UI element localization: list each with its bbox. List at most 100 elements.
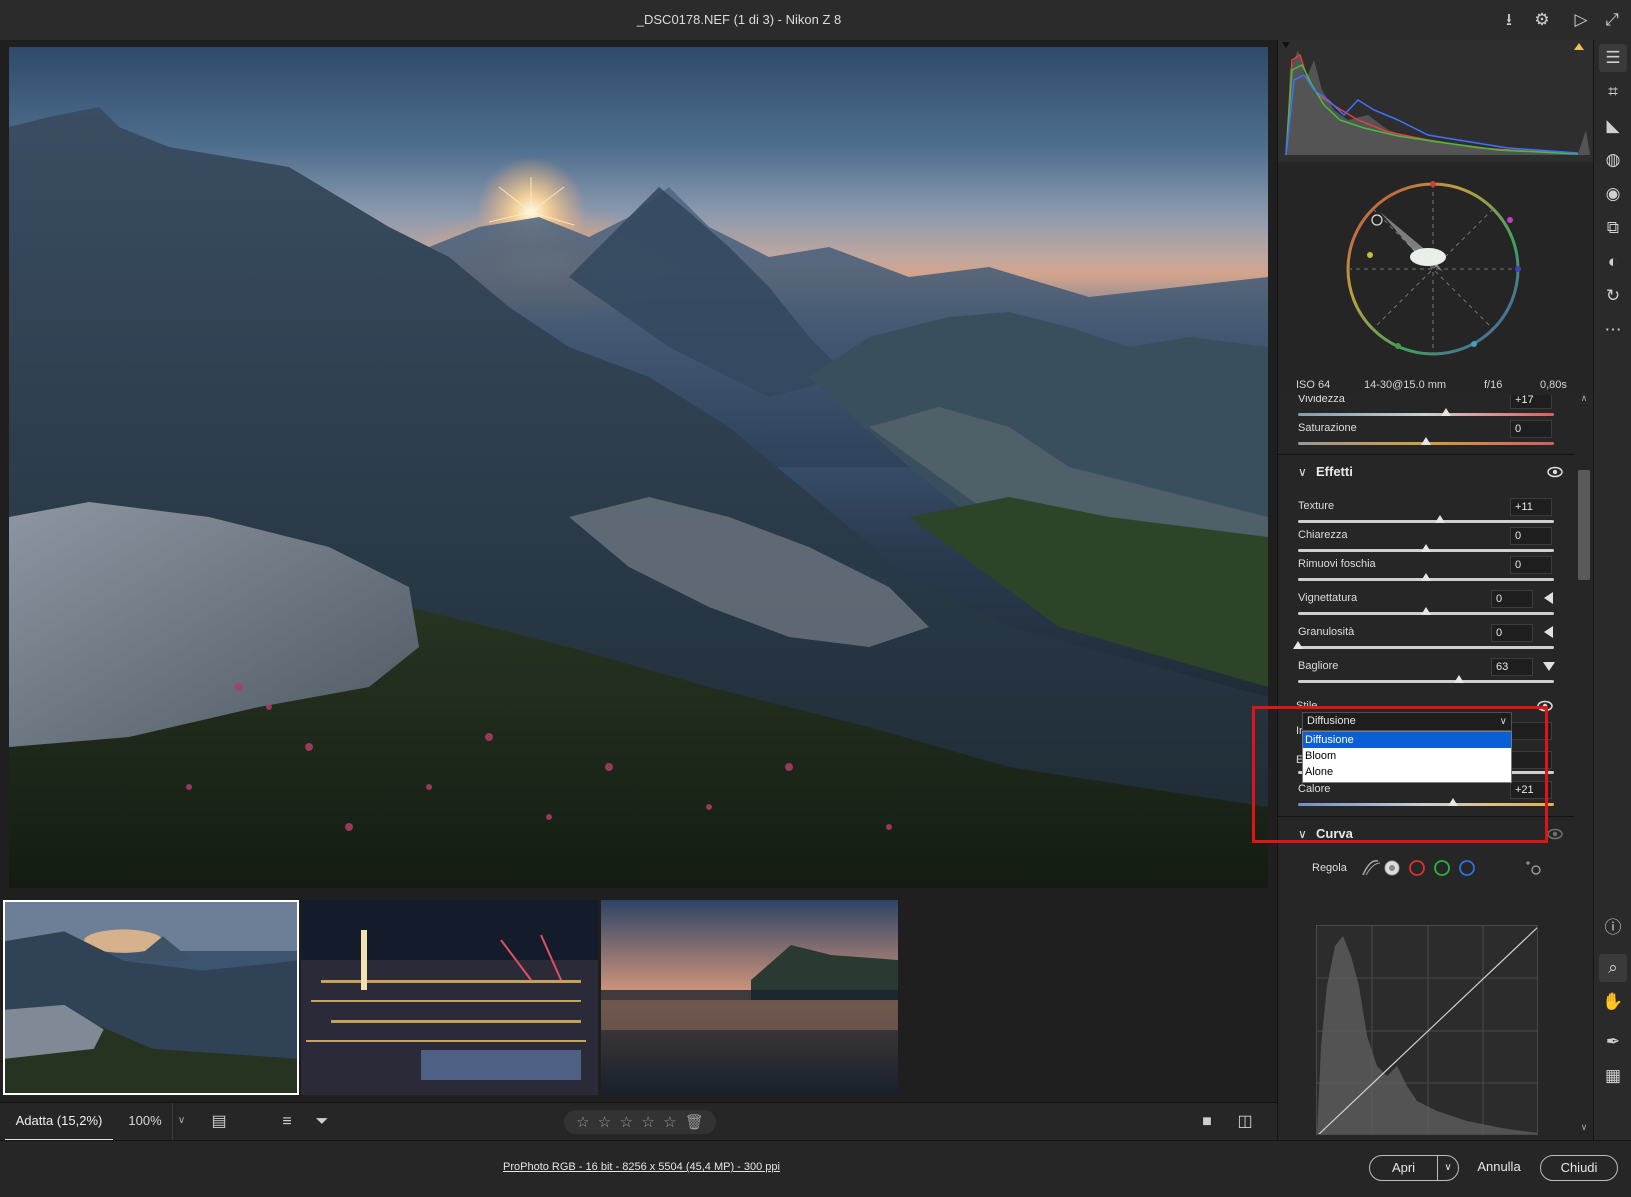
filmstrip — [0, 897, 1278, 1102]
vividness-label: Vividezza — [1298, 395, 1345, 405]
eye-icon[interactable] — [1546, 463, 1564, 481]
style-dropdown-list: Diffusione Bloom Alone — [1302, 731, 1512, 783]
filmstrip-toggle-icon[interactable]: ▤ — [207, 1111, 231, 1133]
texture-knob[interactable] — [1435, 515, 1446, 523]
slider-vignette[interactable]: Vignettatura 0 — [1298, 590, 1578, 620]
vividness-track[interactable] — [1298, 413, 1554, 416]
effects-section-header[interactable]: ∨ Effetti — [1278, 454, 1574, 488]
single-view-icon[interactable]: ■ — [1195, 1111, 1219, 1133]
style-option-diffusion[interactable]: Diffusione — [1303, 732, 1511, 748]
red-eye-icon[interactable]: ◉ — [1599, 180, 1627, 208]
workflow-options-link[interactable]: ProPhoto RGB - 16 bit - 8256 x 5504 (45,… — [503, 1161, 780, 1173]
more-icon[interactable]: ⋯ — [1599, 316, 1627, 344]
scroll-down-arrow[interactable]: ∨ — [1579, 1122, 1589, 1133]
presets-icon[interactable]: ◐ — [1599, 248, 1627, 276]
open-button[interactable]: Apri — [1369, 1155, 1438, 1181]
thumbnail-3[interactable] — [601, 900, 898, 1095]
hand-icon[interactable]: ✋ — [1599, 988, 1627, 1016]
info-icon[interactable]: ⓘ — [1599, 914, 1627, 942]
style-option-bloom[interactable]: Bloom — [1303, 748, 1511, 764]
star-4-icon[interactable]: ☆ — [641, 1113, 654, 1131]
vignette-expand-icon[interactable] — [1544, 592, 1553, 604]
glow-track[interactable] — [1298, 680, 1554, 683]
eraser-icon[interactable]: ◣ — [1599, 112, 1627, 140]
saturation-value[interactable]: 0 — [1510, 420, 1552, 438]
eye-icon[interactable] — [1546, 825, 1564, 843]
thumbnail-2[interactable] — [301, 900, 598, 1095]
exif-shutter: 0,80s — [1540, 379, 1567, 391]
vividness-knob[interactable] — [1441, 408, 1452, 416]
panel-scrollbar[interactable] — [1578, 470, 1590, 580]
curve-channel-selector — [1360, 857, 1560, 879]
parametric-curve-icon[interactable] — [1362, 860, 1381, 876]
open-dropdown-button[interactable]: ∨ — [1437, 1155, 1459, 1181]
star-5-icon[interactable]: ☆ — [663, 1113, 676, 1131]
masking-icon[interactable]: ◍ — [1599, 146, 1627, 174]
star-3-icon[interactable]: ☆ — [620, 1113, 633, 1131]
window-title: _DSC0178.NEF (1 di 3) - Nikon Z 8 — [636, 12, 842, 27]
gear-icon[interactable]: ⚙ — [1531, 9, 1553, 31]
style-select[interactable]: Diffusione ∨ — [1302, 712, 1512, 731]
adjust-label: Regola — [1312, 862, 1347, 874]
star-rating[interactable]: ☆ ☆ ☆ ☆ ☆ 🗑 — [564, 1110, 716, 1134]
zoom-100-button[interactable]: 100% — [120, 1103, 170, 1141]
star-1-icon[interactable]: ☆ — [576, 1113, 589, 1131]
chevron-down-icon[interactable]: ∨ — [1298, 465, 1307, 479]
save-icon[interactable]: ⭳ — [1498, 9, 1520, 31]
filter-icon[interactable]: ⏷ — [310, 1111, 334, 1133]
grid-icon[interactable]: ▦ — [1599, 1062, 1627, 1090]
dehaze-knob[interactable] — [1421, 573, 1431, 581]
grain-value[interactable]: 0 — [1491, 624, 1533, 642]
dehaze-label: Rimuovi foschia — [1298, 558, 1376, 570]
main-photo-preview[interactable] — [9, 47, 1268, 888]
vignette-value[interactable]: 0 — [1491, 590, 1533, 608]
status-bar: ProPhoto RGB - 16 bit - 8256 x 5504 (45,… — [0, 1140, 1631, 1197]
slider-vividness[interactable]: Vividezza +17 — [1298, 395, 1578, 421]
snapshots-icon[interactable]: ⧉ — [1599, 214, 1627, 242]
expand-icon[interactable]: ⤢ — [1601, 9, 1623, 31]
slider-clarity[interactable]: Chiarezza 0 — [1298, 527, 1578, 557]
vignette-label: Vignettatura — [1298, 592, 1358, 604]
scroll-up-arrow[interactable]: ∧ — [1579, 393, 1589, 404]
zoom-fit-button[interactable]: Adatta (15,2%) — [5, 1103, 113, 1141]
thumbnail-1[interactable] — [3, 900, 299, 1095]
zoom-dropdown[interactable]: ∨ — [172, 1103, 190, 1141]
edit-sliders-icon[interactable]: ☰ — [1599, 44, 1627, 72]
fullscreen-preview-icon[interactable]: ▷ — [1570, 9, 1592, 31]
slider-grain[interactable]: Granulosità 0 — [1293, 624, 1578, 654]
zoom-icon[interactable]: ⌕ — [1599, 954, 1627, 982]
slider-texture[interactable]: Texture +11 — [1298, 498, 1578, 528]
dehaze-value[interactable]: 0 — [1510, 556, 1552, 574]
texture-value[interactable]: +11 — [1510, 498, 1552, 516]
slider-dehaze[interactable]: Rimuovi foschia 0 — [1298, 556, 1578, 586]
crop-icon[interactable]: ⌗ — [1599, 78, 1627, 106]
glow-label: Bagliore — [1298, 660, 1339, 672]
style-option-halo[interactable]: Alone — [1303, 764, 1511, 780]
sync-icon[interactable]: ↻ — [1599, 282, 1627, 310]
before-after-icon[interactable]: ◫ — [1233, 1111, 1257, 1133]
texture-track[interactable] — [1298, 520, 1554, 523]
glow-value[interactable]: 63 — [1491, 658, 1533, 676]
grain-expand-icon[interactable] — [1544, 626, 1553, 638]
slider-saturation[interactable]: Saturazione 0 — [1298, 420, 1578, 450]
vignette-knob[interactable] — [1421, 607, 1431, 615]
exif-lens: 14-30@15.0 mm — [1364, 379, 1447, 391]
trash-icon[interactable]: 🗑 — [685, 1113, 704, 1131]
tool-strip: ☰ ⌗ ◣ ◍ ◉ ⧉ ◐ ↻ ⋯ ⓘ ⌕ ✋ ✒ ▦ — [1593, 40, 1631, 1140]
eyedropper-icon[interactable]: ✒ — [1599, 1028, 1627, 1056]
clarity-knob[interactable] — [1421, 544, 1431, 552]
tone-curve-graph[interactable] — [1316, 925, 1538, 1135]
cancel-button[interactable]: Annulla — [1459, 1155, 1539, 1181]
glow-collapse-icon[interactable] — [1543, 662, 1555, 671]
clarity-value[interactable]: 0 — [1510, 527, 1552, 545]
star-2-icon[interactable]: ☆ — [598, 1113, 611, 1131]
glow-knob[interactable] — [1454, 675, 1465, 683]
saturation-knob[interactable] — [1421, 437, 1431, 445]
slider-glow[interactable]: Bagliore 63 — [1298, 658, 1578, 688]
exif-iso: ISO 64 — [1296, 379, 1331, 391]
vividness-value[interactable]: +17 — [1510, 395, 1552, 409]
close-button[interactable]: Chiudi — [1540, 1155, 1618, 1181]
grain-knob[interactable] — [1293, 641, 1303, 649]
sort-icon[interactable]: ≡ — [275, 1111, 299, 1133]
grain-track[interactable] — [1298, 646, 1554, 649]
